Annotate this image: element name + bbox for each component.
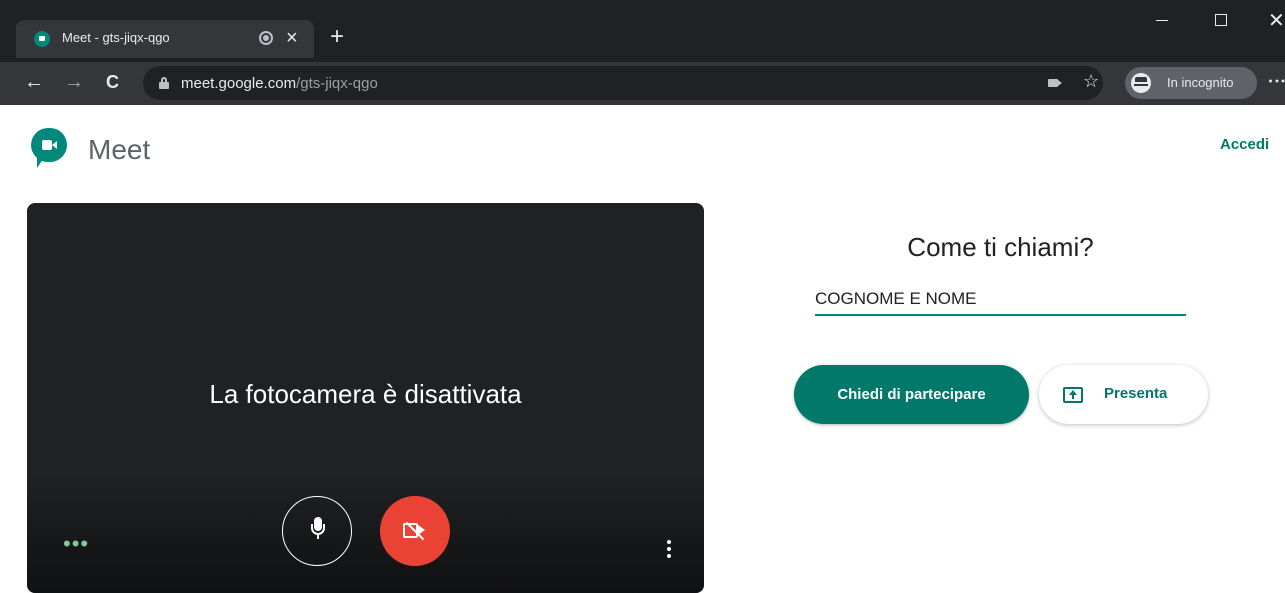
- name-input[interactable]: [815, 284, 1186, 316]
- browser-chrome: Meet - gts-jiqx-qgo × + ✕ ← → C meet.goo…: [0, 0, 1285, 105]
- incognito-icon: [1131, 73, 1151, 93]
- browser-toolbar: ← → C meet.google.com/gts-jiqx-qgo ☆ In …: [0, 62, 1285, 105]
- meet-logo-icon: [31, 128, 67, 172]
- present-button[interactable]: Presenta: [1039, 365, 1208, 424]
- name-prompt: Come ti chiami?: [907, 232, 1094, 262]
- more-options-icon[interactable]: [667, 540, 671, 560]
- window-close-icon[interactable]: ✕: [1268, 8, 1285, 33]
- ask-to-join-button[interactable]: Chiedi di partecipare: [794, 365, 1029, 424]
- tab-title: Meet - gts-jiqx-qgo: [62, 30, 170, 45]
- camera-permission-icon[interactable]: [1048, 79, 1062, 87]
- microphone-icon: [311, 517, 325, 547]
- meet-favicon-icon: [34, 31, 50, 47]
- incognito-label: In incognito: [1167, 75, 1234, 90]
- url-text: meet.google.com/gts-jiqx-qgo: [181, 75, 378, 92]
- present-label: Presenta: [1104, 385, 1168, 402]
- incognito-badge[interactable]: In incognito: [1125, 67, 1257, 99]
- camera-off-message: La fotocamera è disattivata: [209, 379, 522, 409]
- maximize-icon[interactable]: [1215, 14, 1227, 26]
- browser-menu-icon[interactable]: ⋮: [1267, 72, 1285, 90]
- camera-off-icon: [403, 521, 427, 541]
- microphone-toggle-button[interactable]: [282, 496, 352, 566]
- bookmark-star-icon[interactable]: ☆: [1083, 71, 1099, 92]
- url-path: /gts-jiqx-qgo: [296, 75, 378, 92]
- reload-button[interactable]: C: [106, 70, 119, 94]
- forward-button[interactable]: →: [64, 70, 84, 94]
- lock-icon[interactable]: [159, 77, 169, 89]
- tab-strip: Meet - gts-jiqx-qgo × + ✕: [0, 0, 1285, 62]
- recording-indicator-icon: [259, 31, 273, 45]
- preview-gradient: [27, 473, 704, 593]
- sign-in-link[interactable]: Accedi: [1220, 136, 1269, 153]
- tab-close-icon[interactable]: ×: [286, 26, 298, 50]
- url-host: meet.google.com: [181, 75, 297, 92]
- camera-toggle-button[interactable]: [380, 496, 450, 566]
- address-bar[interactable]: meet.google.com/gts-jiqx-qgo ☆: [143, 66, 1103, 100]
- present-screen-icon: [1063, 387, 1083, 403]
- video-preview: La fotocamera è disattivata •••: [27, 203, 704, 593]
- app-title: Meet: [88, 134, 151, 165]
- minimize-icon[interactable]: [1156, 20, 1168, 21]
- visual-effects-button[interactable]: •••: [63, 533, 89, 555]
- back-button[interactable]: ←: [24, 70, 44, 94]
- new-tab-button[interactable]: +: [330, 24, 344, 50]
- browser-tab[interactable]: Meet - gts-jiqx-qgo ×: [16, 20, 314, 58]
